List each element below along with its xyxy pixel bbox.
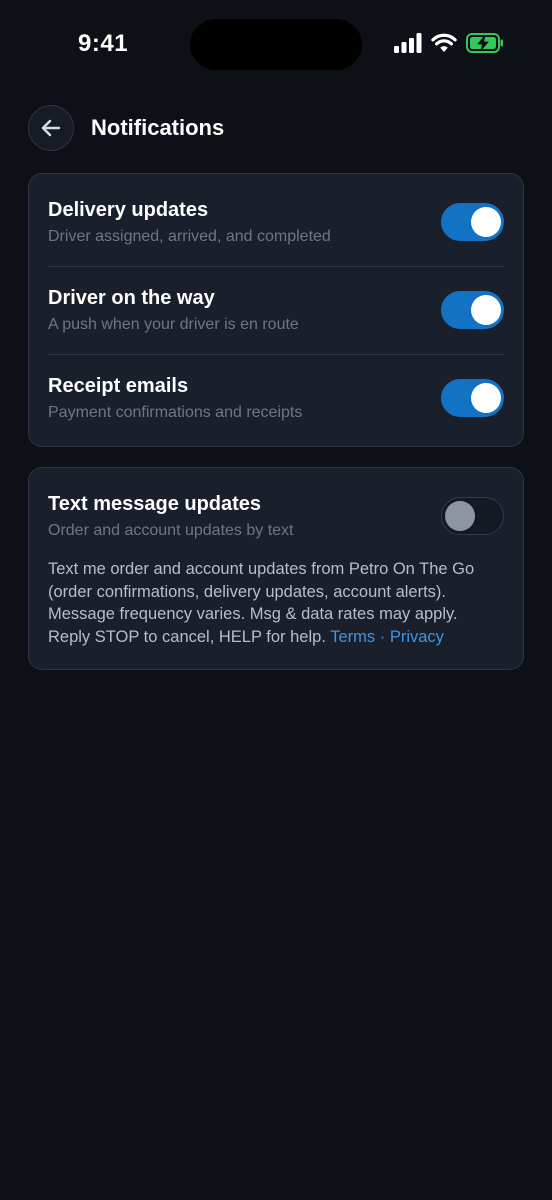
back-button[interactable] <box>28 105 74 151</box>
sms-consent-text: Text me order and account updates from P… <box>48 558 504 648</box>
notification-preferences-card: Delivery updates Driver assigned, arrive… <box>28 173 524 447</box>
sms-row: Text message updates Order and account u… <box>48 468 504 556</box>
notifications-screen: 9:41 Notifications Delivery updates Driv… <box>0 0 552 1200</box>
sms-updates-toggle[interactable] <box>441 497 504 535</box>
preference-row-delivery-updates: Delivery updates Driver assigned, arrive… <box>48 174 504 262</box>
receipt-emails-toggle[interactable] <box>441 379 504 417</box>
status-icons <box>394 33 504 53</box>
preference-subtitle: Payment confirmations and receipts <box>48 404 303 421</box>
preference-subtitle: A push when your driver is en route <box>48 316 299 333</box>
toggle-knob <box>471 383 501 413</box>
battery-charging-icon <box>466 33 503 53</box>
toggle-knob <box>445 501 475 531</box>
preference-row-receipt-emails: Receipt emails Payment confirmations and… <box>48 350 504 438</box>
toggle-knob <box>471 207 501 237</box>
preference-row-driver-on-the-way: Driver on the way A push when your drive… <box>48 262 504 350</box>
preference-title: Receipt emails <box>48 375 189 397</box>
driver-on-the-way-toggle[interactable] <box>441 291 504 329</box>
link-separator: · <box>379 627 386 646</box>
privacy-link[interactable]: Privacy <box>390 628 444 646</box>
page-title: Notifications <box>91 115 225 140</box>
sms-consent-card: Text message updates Order and account u… <box>28 467 524 670</box>
wifi-icon <box>431 33 457 52</box>
dynamic-island <box>190 19 362 70</box>
preference-subtitle: Driver assigned, arrived, and completed <box>48 228 331 245</box>
toggle-knob <box>471 295 501 325</box>
header: Notifications <box>28 104 524 152</box>
preference-title: Delivery updates <box>48 199 209 221</box>
cellular-signal-icon <box>394 33 422 53</box>
arrow-left-icon <box>41 119 61 137</box>
delivery-updates-toggle[interactable] <box>441 203 504 241</box>
sms-subtitle: Order and account updates by text <box>48 522 294 539</box>
sms-title: Text message updates <box>48 493 262 515</box>
status-time: 9:41 <box>78 30 129 57</box>
preference-title: Driver on the way <box>48 287 215 309</box>
status-bar: 9:41 <box>0 0 552 90</box>
terms-link[interactable]: Terms <box>330 628 375 646</box>
